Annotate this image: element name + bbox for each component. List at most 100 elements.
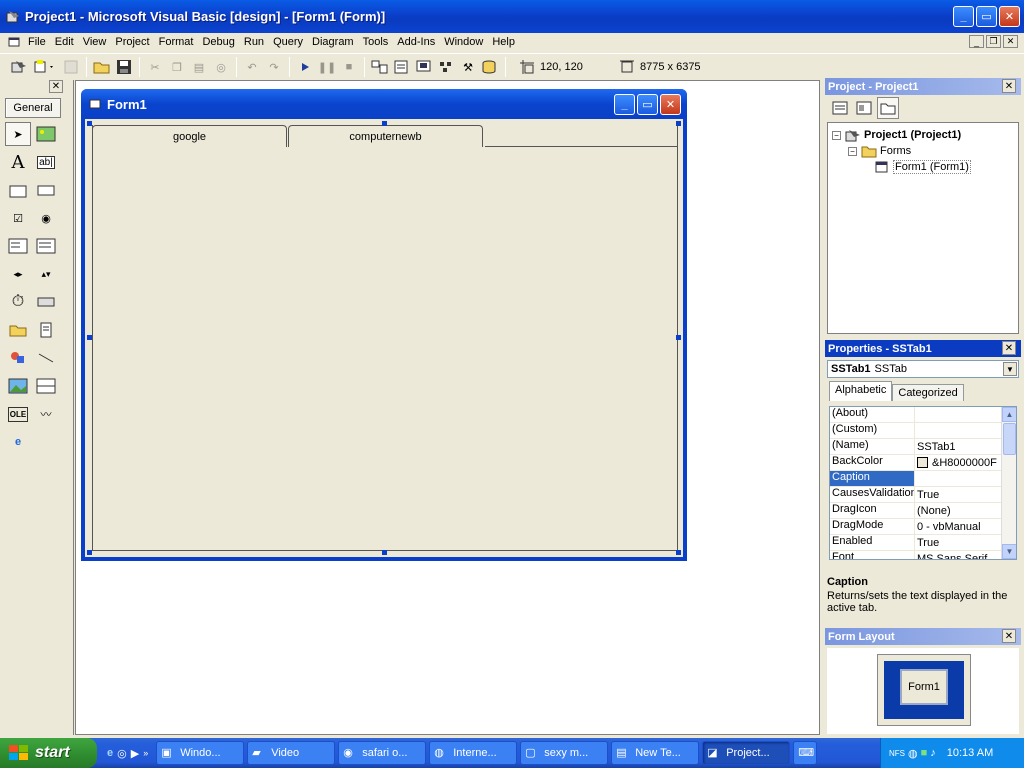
menu-run[interactable]: Run — [244, 36, 264, 48]
resize-handle-bl[interactable] — [87, 550, 92, 555]
label-tool[interactable]: A — [5, 150, 31, 174]
menu-help[interactable]: Help — [492, 36, 515, 48]
view-object-button[interactable] — [853, 97, 875, 119]
checkbox-tool[interactable]: ☑ — [5, 206, 31, 230]
ole-tool[interactable]: OLE — [5, 402, 31, 426]
property-scrollbar[interactable]: ▲ ▼ — [1001, 407, 1016, 559]
clock[interactable]: 10:13 AM — [947, 747, 993, 759]
property-row[interactable]: Font MS Sans Serif — [830, 551, 1016, 559]
tab-google[interactable]: google — [92, 125, 287, 147]
image-tool[interactable] — [5, 374, 31, 398]
property-row[interactable]: CausesValidation True — [830, 487, 1016, 503]
menu-edit[interactable]: Edit — [55, 36, 74, 48]
resize-handle-tr[interactable] — [676, 121, 681, 126]
tab-alphabetic[interactable]: Alphabetic — [829, 381, 893, 401]
collapse-icon[interactable]: − — [848, 146, 857, 156]
scroll-thumb[interactable] — [1003, 423, 1016, 455]
chevron-down-icon[interactable]: ▼ — [1003, 362, 1017, 376]
undo-button[interactable]: ↶ — [241, 56, 263, 78]
menu-file[interactable]: File — [28, 36, 46, 48]
properties-title[interactable]: Properties - SSTab1 ✕ — [825, 340, 1021, 357]
menu-query[interactable]: Query — [273, 36, 303, 48]
menu-editor-button[interactable] — [60, 56, 82, 78]
sstab1-control[interactable] — [92, 125, 678, 551]
add-project-button[interactable] — [8, 56, 30, 78]
form1-canvas[interactable]: google computernewb — [85, 119, 683, 557]
form-layout-title[interactable]: Form Layout ✕ — [825, 628, 1021, 645]
scroll-down-icon[interactable]: ▼ — [1002, 544, 1016, 559]
copy-button[interactable]: ❐ — [166, 56, 188, 78]
object-browser-button[interactable] — [435, 56, 457, 78]
open-project-button[interactable] — [91, 56, 113, 78]
view-code-button[interactable] — [829, 97, 851, 119]
break-button[interactable]: ❚❚ — [316, 56, 338, 78]
taskbar-item[interactable]: ▰ Video — [247, 741, 336, 765]
project-explorer-title[interactable]: Project - Project1 ✕ — [825, 78, 1021, 95]
tab-categorized[interactable]: Categorized — [892, 384, 964, 401]
end-button[interactable]: ■ — [338, 56, 360, 78]
custom-control-tool[interactable]: 〰 — [33, 402, 59, 426]
properties-window-button[interactable] — [391, 56, 413, 78]
child-minimize-button[interactable]: _ — [969, 35, 984, 48]
browser-icon[interactable]: ◎ — [117, 747, 127, 760]
textbox-tool[interactable]: ab| — [33, 150, 59, 174]
form-child-icon[interactable] — [8, 36, 20, 48]
form1-designer-window[interactable]: Form1 _ ▭ ✕ google computernewb — [81, 89, 687, 561]
app-title-bar[interactable]: Project1 - Microsoft Visual Basic [desig… — [0, 0, 1024, 33]
dirlistbox-tool[interactable] — [5, 318, 31, 342]
properties-close-button[interactable]: ✕ — [1002, 341, 1016, 355]
taskbar-item[interactable]: ◍ Interne... — [429, 741, 518, 765]
form-layout-button[interactable] — [413, 56, 435, 78]
taskbar-keyboard-item[interactable]: ⌨ — [793, 741, 818, 765]
toggle-folders-button[interactable] — [877, 97, 899, 119]
redo-button[interactable]: ↷ — [263, 56, 285, 78]
taskbar-item[interactable]: ▤ New Te... — [611, 741, 700, 765]
menu-add-ins[interactable]: Add-Ins — [397, 36, 435, 48]
resize-handle-tm[interactable] — [382, 121, 387, 126]
taskbar-item[interactable]: ▢ sexy m... — [520, 741, 609, 765]
minimize-button[interactable]: _ — [953, 6, 974, 27]
child-restore-button[interactable]: ❐ — [986, 35, 1001, 48]
form1-title-bar[interactable]: Form1 _ ▭ ✕ — [81, 89, 687, 119]
child-close-button[interactable]: ✕ — [1003, 35, 1018, 48]
form-layout-close-button[interactable]: ✕ — [1002, 629, 1016, 643]
collapse-icon[interactable]: − — [832, 130, 841, 140]
optionbutton-tool[interactable]: ◉ — [33, 206, 59, 230]
scroll-up-icon[interactable]: ▲ — [1002, 407, 1016, 422]
form-position-preview[interactable]: Form1 — [900, 669, 948, 705]
network-icon[interactable]: NFS — [889, 749, 905, 758]
resize-handle-tl[interactable] — [87, 121, 92, 126]
save-project-button[interactable] — [113, 56, 135, 78]
media-player-icon[interactable]: ▶ — [131, 747, 139, 760]
hscrollbar-tool[interactable]: ◂▸ — [5, 262, 31, 286]
taskbar-item-active[interactable]: ◪ Project... — [702, 741, 791, 765]
tree-node-forms[interactable]: − Forms — [832, 143, 1018, 159]
resize-handle-mr[interactable] — [676, 335, 681, 340]
property-row[interactable]: (Custom) — [830, 423, 1016, 439]
green-tray-icon[interactable]: ■ — [921, 747, 928, 759]
volume-icon[interactable]: ♪ — [930, 747, 936, 759]
timer-tool[interactable]: ⏱ — [5, 290, 31, 314]
start-button[interactable]: start — [0, 738, 97, 768]
tab-computernewb[interactable]: computernewb — [288, 125, 483, 147]
project-explorer-close-button[interactable]: ✕ — [1002, 79, 1016, 93]
property-row[interactable]: (About) — [830, 407, 1016, 423]
menu-view[interactable]: View — [83, 36, 107, 48]
object-dropdown[interactable]: SSTab1 SSTab ▼ — [827, 360, 1019, 378]
toolbox-close-button[interactable]: ✕ — [49, 80, 63, 93]
combobox-tool[interactable] — [5, 234, 31, 258]
drivelistbox-tool[interactable] — [33, 290, 59, 314]
globe-tray-icon[interactable]: ◍ — [908, 747, 918, 760]
menu-tools[interactable]: Tools — [363, 36, 389, 48]
find-button[interactable]: ◎ — [210, 56, 232, 78]
add-form-button[interactable] — [30, 56, 60, 78]
chevron-right-icon[interactable]: » — [143, 748, 148, 758]
menu-project[interactable]: Project — [115, 36, 149, 48]
shape-tool[interactable] — [5, 346, 31, 370]
start-button[interactable] — [294, 56, 316, 78]
property-row-selected[interactable]: Caption — [830, 471, 1016, 487]
line-tool[interactable] — [33, 346, 59, 370]
listbox-tool[interactable] — [33, 234, 59, 258]
data-tool[interactable] — [33, 374, 59, 398]
data-view-button[interactable] — [479, 56, 501, 78]
